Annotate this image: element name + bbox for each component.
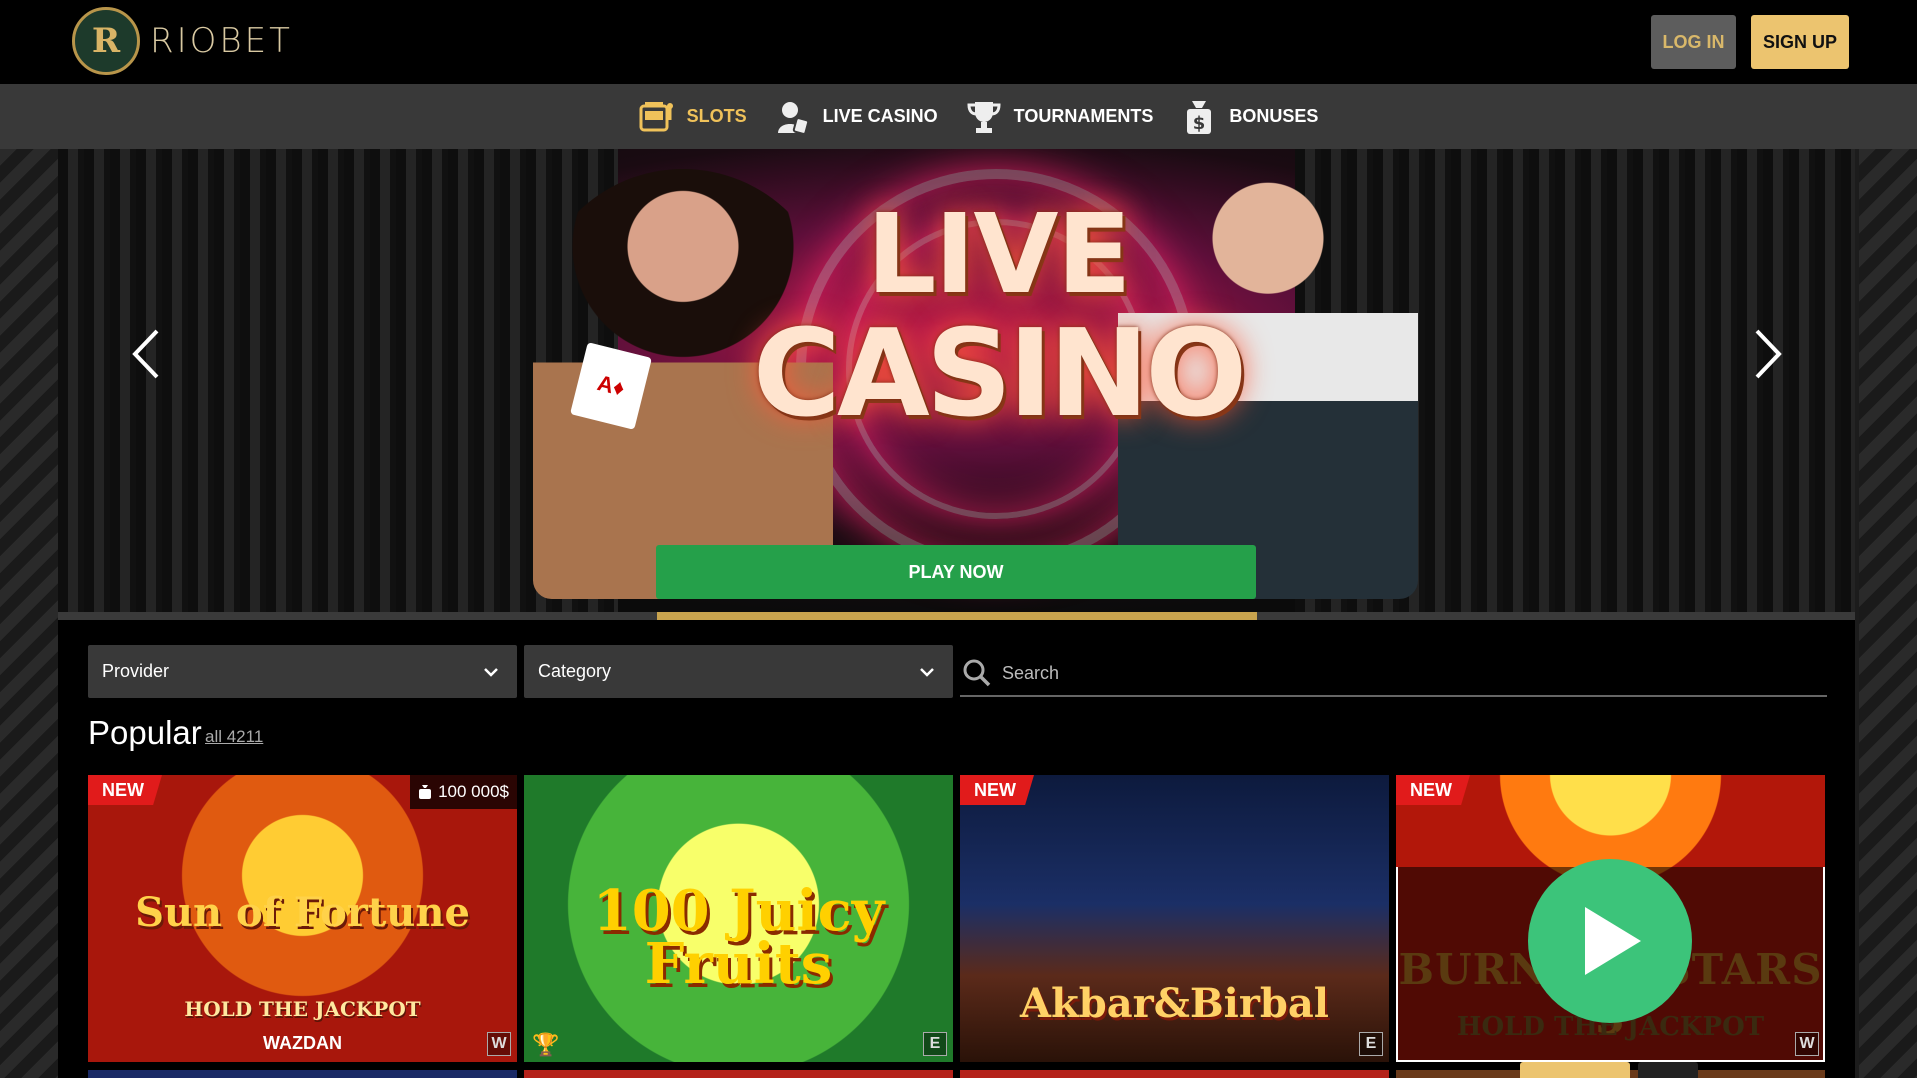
logo-text: RIOBET bbox=[150, 21, 293, 61]
chevron-down-icon bbox=[484, 667, 498, 677]
game-subtitle: HOLD THE JACKPOT bbox=[184, 997, 421, 1021]
nav-item-tournaments[interactable]: TOURNAMENTS bbox=[966, 99, 1154, 135]
nav-item-slots[interactable]: SLOTS bbox=[639, 99, 747, 135]
banner-title: LIVE CASINO bbox=[752, 190, 1247, 444]
next-row-tile[interactable] bbox=[960, 1070, 1389, 1078]
trophy-icon bbox=[966, 99, 1002, 135]
chevron-down-icon bbox=[920, 667, 934, 677]
dealer-icon bbox=[775, 99, 811, 135]
nav-item-label: TOURNAMENTS bbox=[1013, 106, 1154, 126]
slot-machine-icon bbox=[639, 99, 675, 135]
top-bar: R RIOBET LOG IN SIGN UP bbox=[0, 0, 1917, 84]
play-game-button[interactable] bbox=[1528, 859, 1692, 1023]
play-now-button[interactable]: PLAY NOW bbox=[656, 545, 1256, 599]
game-tile-100-juicy-fruits[interactable]: 100 Juicy Fruits 🏆 E bbox=[524, 775, 953, 1062]
signup-button[interactable]: SIGN UP bbox=[1751, 15, 1849, 69]
search-icon bbox=[963, 659, 991, 687]
money-bag-icon bbox=[419, 785, 432, 799]
next-row-tile[interactable] bbox=[524, 1070, 953, 1078]
all-games-link[interactable]: all 4211 bbox=[205, 727, 263, 747]
provider-select-label: Provider bbox=[102, 661, 170, 681]
search-input[interactable] bbox=[1002, 662, 1802, 684]
game-title: 100 Juicy Fruits bbox=[592, 878, 885, 998]
chevron-left-icon bbox=[132, 329, 159, 379]
game-tile-sun-of-fortune[interactable]: Sun of Fortune HOLD THE JACKPOT WAZDAN N… bbox=[88, 775, 517, 1062]
category-select-label: Category bbox=[538, 661, 612, 681]
play-icon bbox=[1585, 907, 1641, 975]
nav-item-label: SLOTS bbox=[686, 106, 747, 126]
game-title: Akbar&Birbal bbox=[1020, 980, 1329, 1027]
background-pattern-left bbox=[0, 149, 58, 1078]
carousel-progress-fill bbox=[657, 612, 1257, 620]
new-badge: NEW bbox=[88, 775, 162, 805]
provider-select[interactable]: Provider bbox=[88, 645, 517, 698]
main-nav: SLOTS LIVE CASINO TOURNAMENTS $ BONUSES bbox=[0, 84, 1917, 149]
next-row-tile[interactable] bbox=[88, 1070, 517, 1078]
game-tile-burning-stars-3[interactable]: BURNING STARS 3 HOLD THE JACKPOT NEW W bbox=[1396, 775, 1825, 1062]
provider-logo-icon: E bbox=[923, 1032, 947, 1056]
nav-item-live-casino[interactable]: LIVE CASINO bbox=[775, 99, 938, 135]
new-badge: NEW bbox=[960, 775, 1034, 805]
logo[interactable]: R RIOBET bbox=[72, 6, 293, 76]
money-bag-icon: $ bbox=[1181, 99, 1217, 135]
nav-item-label: BONUSES bbox=[1229, 106, 1319, 126]
search-box bbox=[960, 651, 1827, 697]
new-badge: NEW bbox=[1396, 775, 1470, 805]
svg-text:$: $ bbox=[1193, 113, 1206, 134]
login-button[interactable]: LOG IN bbox=[1651, 15, 1736, 69]
jackpot-badge: 100 000$ bbox=[410, 775, 517, 809]
background-pattern-right bbox=[1859, 149, 1917, 1078]
game-tile-akbar-birbal[interactable]: Akbar&Birbal NEW E bbox=[960, 775, 1389, 1062]
tile-action-button[interactable] bbox=[1520, 1062, 1630, 1078]
section-title: Popular bbox=[88, 714, 202, 751]
carousel-next-button[interactable] bbox=[1748, 324, 1788, 384]
chevron-right-icon bbox=[1755, 329, 1782, 379]
jackpot-amount: 100 000$ bbox=[438, 782, 509, 801]
provider-logo-icon: W bbox=[487, 1032, 511, 1056]
game-brand: WAZDAN bbox=[263, 1033, 342, 1053]
promo-banner[interactable]: A♦ LIVE CASINO PLAY NOW bbox=[58, 149, 1855, 619]
nav-item-label: LIVE CASINO bbox=[822, 106, 938, 126]
game-title: Sun of Fortune bbox=[135, 889, 470, 936]
trophy-icon: 🏆 bbox=[532, 1032, 560, 1057]
provider-logo-icon: E bbox=[1359, 1032, 1383, 1056]
logo-emblem-icon: R bbox=[72, 7, 140, 75]
category-select[interactable]: Category bbox=[524, 645, 953, 698]
favorite-button[interactable] bbox=[1638, 1062, 1698, 1078]
carousel-prev-button[interactable] bbox=[126, 324, 166, 384]
provider-logo-icon: W bbox=[1795, 1032, 1819, 1056]
nav-item-bonuses[interactable]: $ BONUSES bbox=[1181, 99, 1318, 135]
